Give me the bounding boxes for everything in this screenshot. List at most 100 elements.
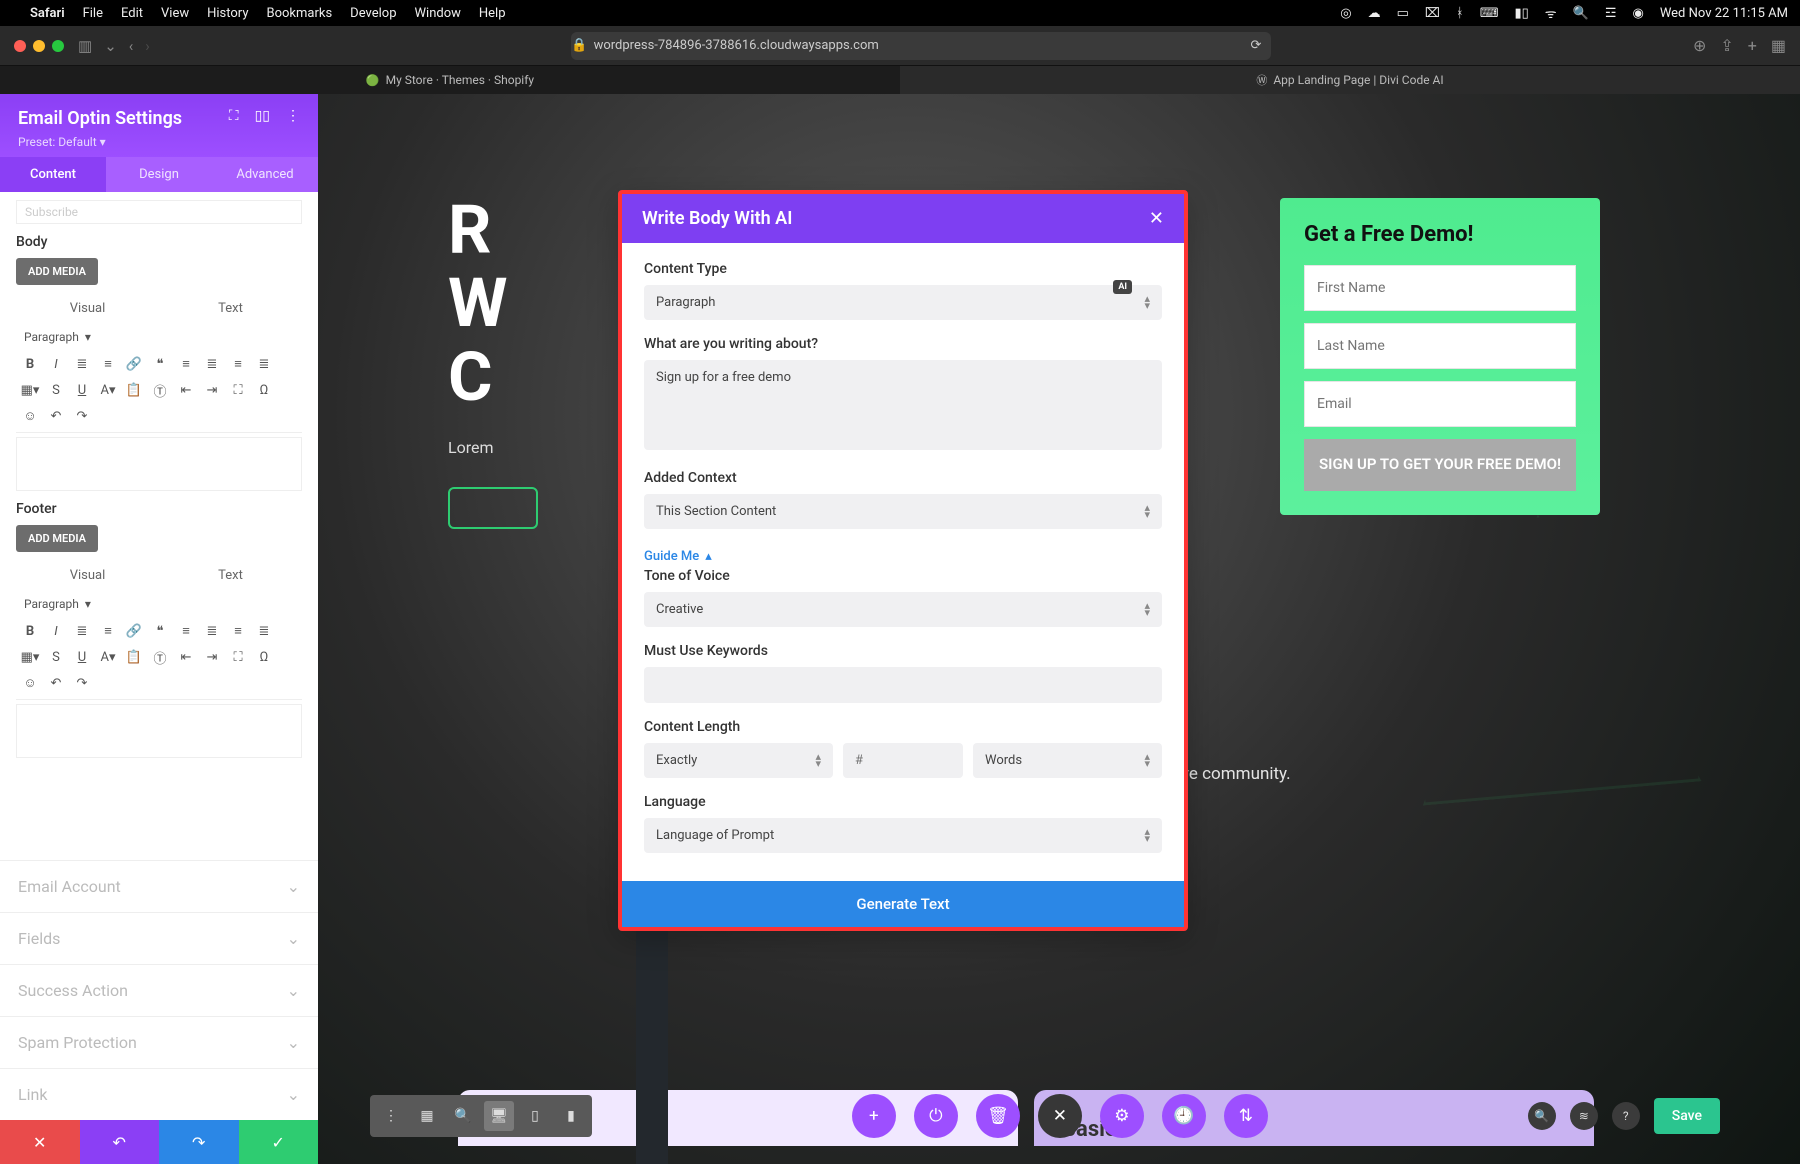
clear-icon[interactable]: Ⓣ <box>148 378 172 402</box>
fullscreen-icon[interactable]: ⛶ <box>226 645 250 669</box>
control-center-icon[interactable]: ☲ <box>1605 6 1617 21</box>
align-right-icon[interactable]: ≡ <box>226 352 250 376</box>
indent-icon[interactable]: ⇥ <box>200 645 224 669</box>
table-icon[interactable]: ▦▾ <box>18 378 42 402</box>
first-name-field[interactable] <box>1304 265 1576 311</box>
save-button[interactable]: Save <box>1654 1098 1720 1134</box>
underline-icon[interactable]: U <box>70 378 94 402</box>
screen-icon[interactable]: ⌧ <box>1425 6 1440 21</box>
length-mode-select[interactable]: Exactly▴▾ <box>644 743 833 778</box>
quote-icon[interactable]: ❝ <box>148 619 172 643</box>
clear-icon[interactable]: Ⓣ <box>148 645 172 669</box>
power-button[interactable]: ⏻ <box>914 1094 958 1138</box>
language-select[interactable]: Language of Prompt▴▾ <box>644 818 1162 853</box>
omega-icon[interactable]: Ω <box>252 378 276 402</box>
add-media-button[interactable]: ADD MEDIA <box>16 258 98 285</box>
link-icon[interactable]: 🔗 <box>122 619 146 643</box>
app-name[interactable]: Safari <box>30 6 65 21</box>
table-icon[interactable]: ▦▾ <box>18 645 42 669</box>
menu-help[interactable]: Help <box>479 6 506 21</box>
align-left-icon[interactable]: ≡ <box>174 619 198 643</box>
guide-me-link[interactable]: Guide Me ▴ <box>644 549 712 564</box>
close-toolbar-button[interactable]: ✕ <box>1038 1094 1082 1138</box>
format-select-footer[interactable]: Paragraph ▾ <box>16 593 99 615</box>
editor-tab-text-footer[interactable]: Text <box>159 560 302 593</box>
align-right-icon[interactable]: ≡ <box>226 619 250 643</box>
menubar-datetime[interactable]: Wed Nov 22 11:15 AM <box>1660 6 1788 21</box>
battery-icon[interactable]: ▮▯ <box>1514 6 1528 21</box>
confirm-button[interactable]: ✓ <box>239 1120 319 1164</box>
paste-icon[interactable]: 📋 <box>122 645 146 669</box>
undo-icon[interactable]: ↶ <box>44 671 68 695</box>
expand-icon[interactable]: ⛶ <box>229 108 239 124</box>
tab-content[interactable]: Content <box>0 157 106 192</box>
add-media-footer-button[interactable]: ADD MEDIA <box>16 525 98 552</box>
align-center-icon[interactable]: ≣ <box>200 352 224 376</box>
writing-about-textarea[interactable] <box>644 360 1162 450</box>
underline-icon[interactable]: U <box>70 645 94 669</box>
subscribe-input[interactable]: Subscribe <box>16 200 302 224</box>
sidebar-icon[interactable]: ▥ <box>78 37 92 55</box>
more-icon[interactable]: ⋮ <box>376 1101 406 1131</box>
menu-bookmarks[interactable]: Bookmarks <box>266 6 332 21</box>
strike-icon[interactable]: S <box>44 378 68 402</box>
indent-icon[interactable]: ⇥ <box>200 378 224 402</box>
align-center-icon[interactable]: ≣ <box>200 619 224 643</box>
cancel-button[interactable]: ✕ <box>0 1120 80 1164</box>
ol-icon[interactable]: ≡ <box>96 619 120 643</box>
redo-icon[interactable]: ↷ <box>70 671 94 695</box>
wireframe-icon[interactable]: ▦ <box>412 1101 442 1131</box>
italic-icon[interactable]: I <box>44 352 68 376</box>
color-icon[interactable]: A▾ <box>96 378 120 402</box>
paste-icon[interactable]: 📋 <box>122 378 146 402</box>
accordion-link[interactable]: Link⌄ <box>0 1068 318 1120</box>
desktop-view-icon[interactable]: 🖥 <box>484 1101 514 1131</box>
outdent-icon[interactable]: ⇤ <box>174 645 198 669</box>
editor-tab-visual[interactable]: Visual <box>16 293 159 326</box>
accordion-email-account[interactable]: Email Account⌄ <box>0 860 318 912</box>
fullscreen-icon[interactable]: ⛶ <box>226 378 250 402</box>
emoji-icon[interactable]: ☺ <box>18 404 42 428</box>
delete-button[interactable]: 🗑 <box>976 1094 1020 1138</box>
tab-divi[interactable]: ⓌApp Landing Page | Divi Code AI <box>900 66 1800 94</box>
tone-select[interactable]: Creative▴▾ <box>644 592 1162 627</box>
tab-advanced[interactable]: Advanced <box>212 157 318 192</box>
folder-icon[interactable]: ▭ <box>1397 6 1409 21</box>
menu-develop[interactable]: Develop <box>350 6 396 21</box>
quote-icon[interactable]: ❝ <box>148 352 172 376</box>
editor-tab-visual-footer[interactable]: Visual <box>16 560 159 593</box>
tablet-view-icon[interactable]: ▯ <box>520 1101 550 1131</box>
menu-history[interactable]: History <box>207 6 248 21</box>
new-tab-icon[interactable]: + <box>1748 36 1757 55</box>
editor-tab-text[interactable]: Text <box>159 293 302 326</box>
preset-selector[interactable]: Preset: Default ▾ <box>18 135 300 149</box>
bold-icon[interactable]: B <box>18 352 42 376</box>
undo-icon[interactable]: ↶ <box>44 404 68 428</box>
length-number-input[interactable] <box>843 743 963 778</box>
reload-icon[interactable]: ⟳ <box>1250 38 1261 53</box>
accordion-fields[interactable]: Fields⌄ <box>0 912 318 964</box>
content-type-select[interactable]: Paragraph▴▾ <box>644 285 1162 320</box>
close-icon[interactable]: ✕ <box>1149 208 1164 229</box>
add-section-button[interactable]: + <box>852 1094 896 1138</box>
demo-submit-button[interactable]: SIGN UP TO GET YOUR FREE DEMO! <box>1304 439 1576 491</box>
layers-icon[interactable]: ≋ <box>1570 1102 1598 1130</box>
download-icon[interactable]: ⊕ <box>1693 36 1706 55</box>
redo-icon[interactable]: ↷ <box>70 404 94 428</box>
footer-editor[interactable] <box>16 704 302 758</box>
last-name-field[interactable] <box>1304 323 1576 369</box>
phone-view-icon[interactable]: ▮ <box>556 1101 586 1131</box>
ai-badge[interactable]: AI <box>1113 280 1132 294</box>
wifi-icon[interactable]: ᯤ <box>1545 4 1557 22</box>
help-icon[interactable]: ? <box>1612 1102 1640 1130</box>
chevron-down-icon[interactable]: ⌄ <box>104 37 117 55</box>
keywords-input[interactable] <box>644 667 1162 703</box>
added-context-select[interactable]: This Section Content▴▾ <box>644 494 1162 529</box>
tabs-overview-icon[interactable]: ▦ <box>1771 36 1786 55</box>
sort-button[interactable]: ⇅ <box>1224 1094 1268 1138</box>
zoom-icon[interactable]: 🔍 <box>448 1101 478 1131</box>
email-field[interactable] <box>1304 381 1576 427</box>
strike-icon[interactable]: S <box>44 645 68 669</box>
tab-design[interactable]: Design <box>106 157 212 192</box>
align-justify-icon[interactable]: ≣ <box>252 352 276 376</box>
